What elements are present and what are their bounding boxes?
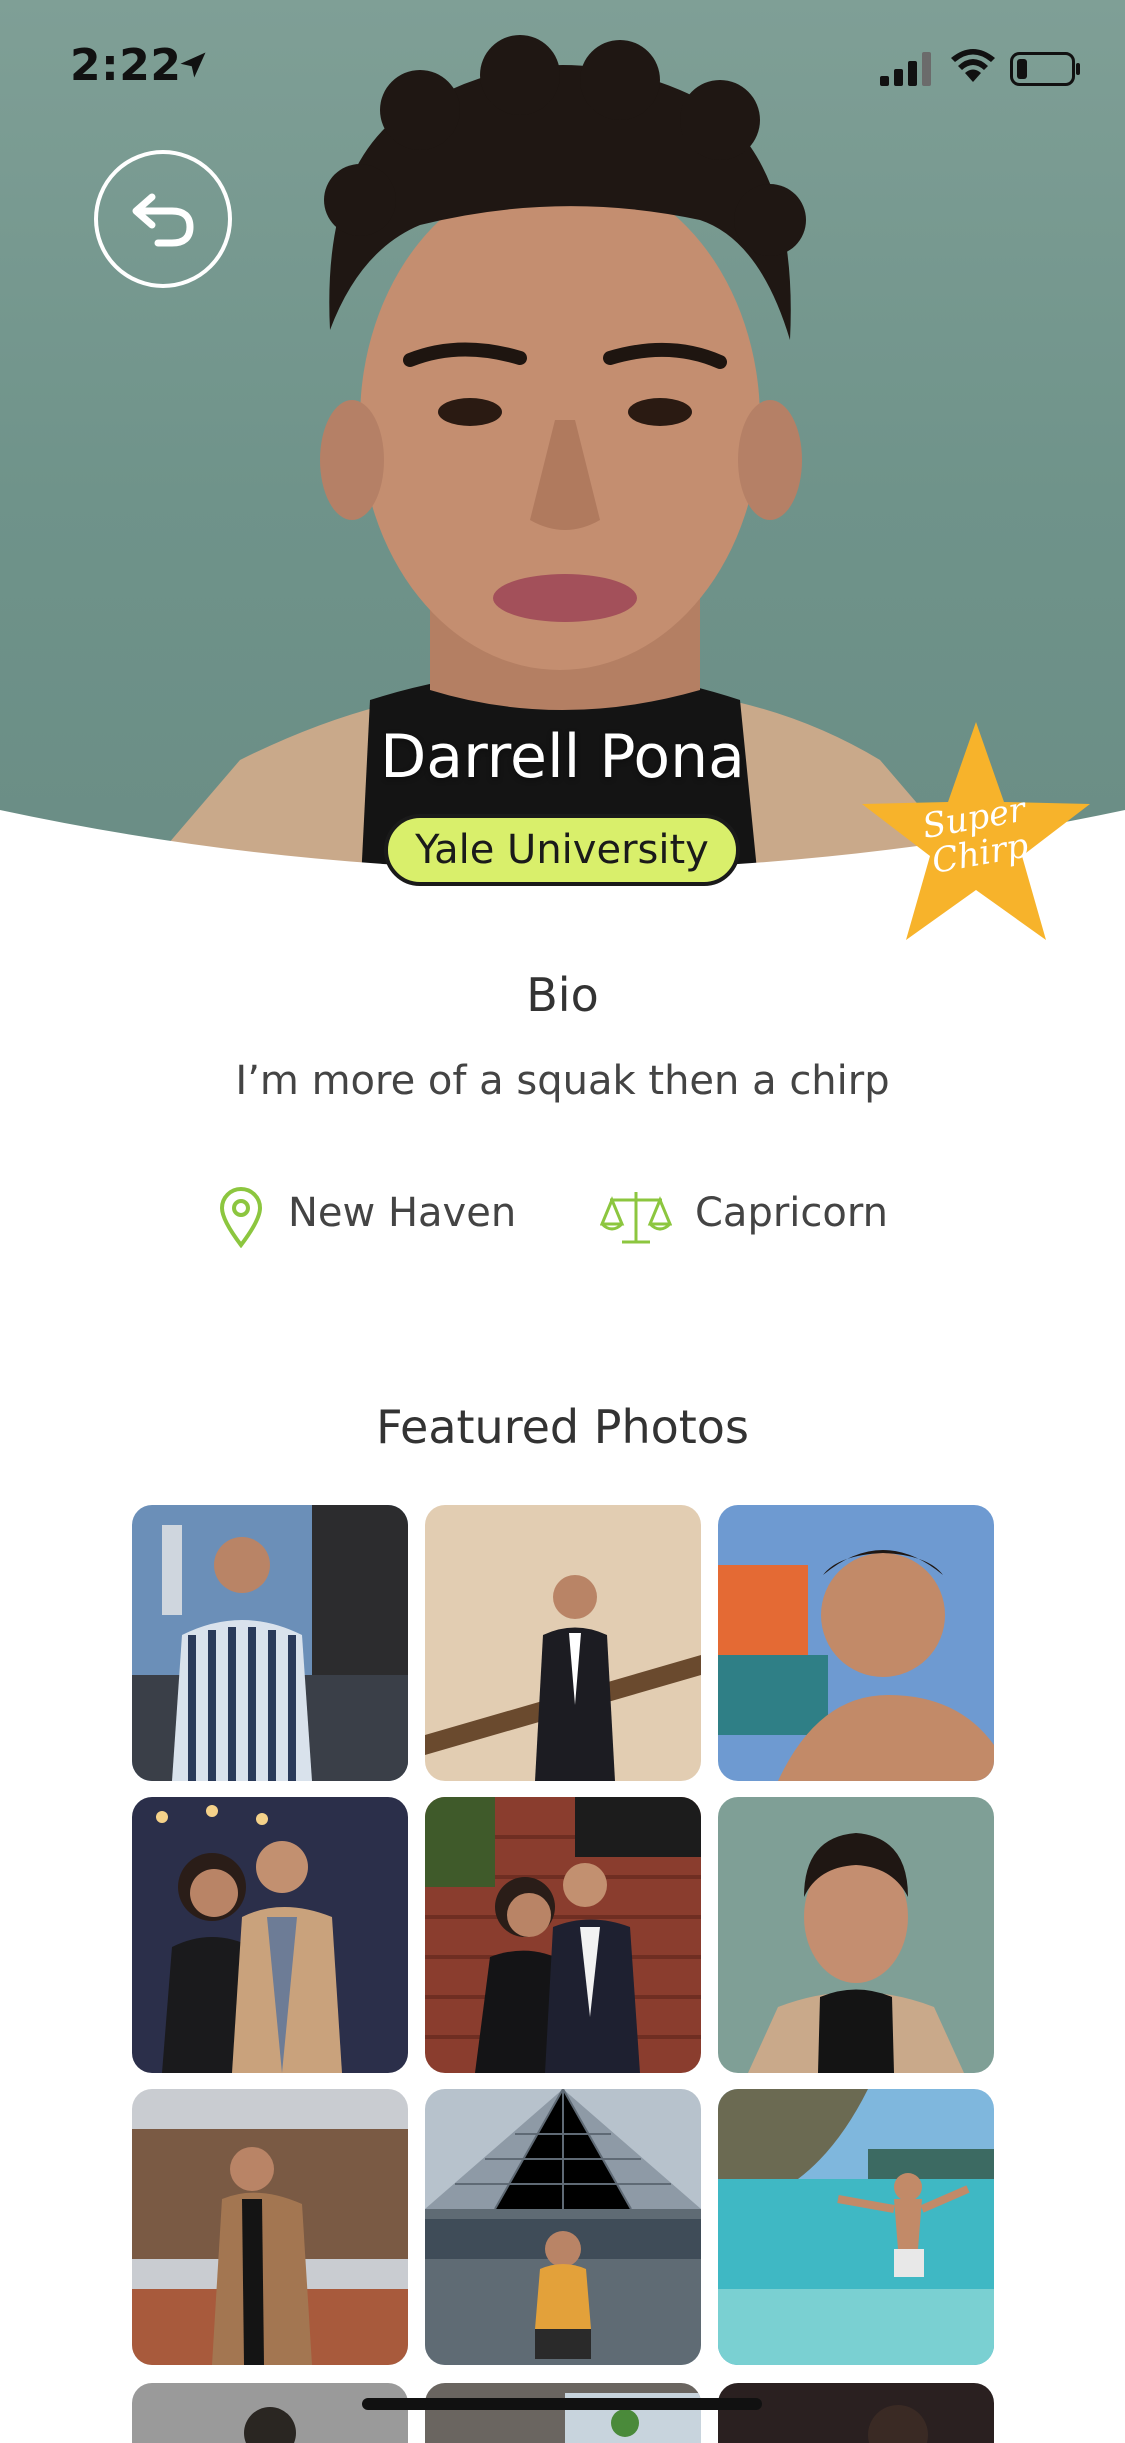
featured-photo[interactable] xyxy=(425,2089,701,2365)
status-bar: 2:22 xyxy=(0,0,1125,130)
home-indicator[interactable] xyxy=(362,2398,762,2410)
featured-photo[interactable] xyxy=(718,1797,994,2073)
back-button[interactable] xyxy=(94,150,232,288)
featured-photo[interactable] xyxy=(425,1505,701,1781)
featured-photo[interactable] xyxy=(132,1505,408,1781)
location-pin-icon xyxy=(219,1187,263,1248)
zodiac-text: Capricorn xyxy=(695,1190,888,1236)
featured-photo[interactable] xyxy=(425,1797,701,2073)
status-time: 2:22 xyxy=(70,40,182,91)
cellular-signal-icon xyxy=(880,52,931,86)
featured-photos-title: Featured Photos xyxy=(376,1400,749,1454)
location-arrow-icon xyxy=(180,52,206,78)
bio-title: Bio xyxy=(526,968,599,1022)
featured-photo[interactable] xyxy=(132,1797,408,2073)
featured-photos-grid xyxy=(132,1505,994,2365)
school-badge: Yale University xyxy=(384,814,740,886)
libra-scale-icon xyxy=(600,1192,672,1244)
featured-photo[interactable] xyxy=(132,2383,408,2443)
profile-details: New Haven Capricorn xyxy=(0,1182,1125,1252)
featured-photo[interactable] xyxy=(132,2089,408,2365)
location-text: New Haven xyxy=(288,1190,517,1236)
featured-photo[interactable] xyxy=(718,2089,994,2365)
featured-photo[interactable] xyxy=(718,1505,994,1781)
bio-text: I’m more of a squak then a chirp xyxy=(235,1058,890,1104)
wifi-icon xyxy=(951,49,995,82)
featured-photo[interactable] xyxy=(718,2383,994,2443)
battery-icon xyxy=(1010,52,1080,86)
featured-photos-next-row xyxy=(132,2383,994,2443)
featured-photo[interactable] xyxy=(425,2383,701,2443)
undo-arrow-icon xyxy=(132,193,194,247)
